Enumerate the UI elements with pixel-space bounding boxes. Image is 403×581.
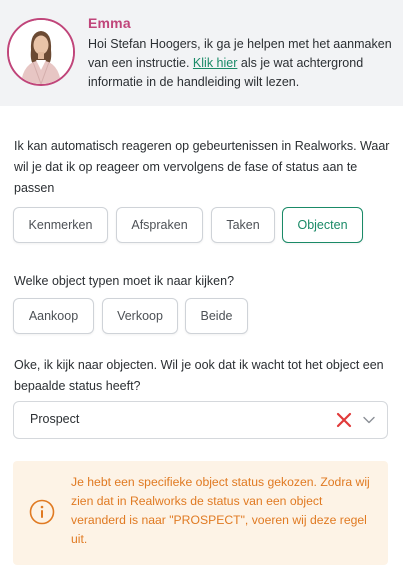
assistant-panel: Emma Hoi Stefan Hoogers, ik ga je helpen… xyxy=(0,0,403,106)
assistant-name: Emma xyxy=(88,15,131,31)
question-event-source: Ik kan automatisch reageren op gebeurten… xyxy=(14,139,390,195)
option-kenmerken-button[interactable]: Kenmerken xyxy=(13,207,108,243)
assistant-avatar xyxy=(7,18,75,86)
status-select[interactable]: Prospect xyxy=(13,401,388,439)
status-select-value: Prospect xyxy=(30,412,80,426)
question-object-types: Welke object typen moet ik naar kijken? xyxy=(14,274,235,288)
notice-text: Je hebt een specifieke object status gek… xyxy=(71,475,370,546)
option-aankoop-button[interactable]: Aankoop xyxy=(13,298,94,334)
manual-link[interactable]: Klik hier xyxy=(193,56,237,70)
option-verkoop-button[interactable]: Verkoop xyxy=(102,298,178,334)
option-objecten-button[interactable]: Objecten xyxy=(282,207,363,243)
assistant-message: Hoi Stefan Hoogers, ik ga je helpen met … xyxy=(88,35,393,92)
clear-selection-icon[interactable] xyxy=(335,411,353,429)
option-afspraken-button[interactable]: Afspraken xyxy=(116,207,203,243)
status-notice: Je hebt een specifieke object status gek… xyxy=(13,461,388,565)
question-object-status: Oke, ik kijk naar objecten. Wil je ook d… xyxy=(14,358,384,393)
option-taken-button[interactable]: Taken xyxy=(211,207,275,243)
option-beide-button[interactable]: Beide xyxy=(185,298,248,334)
info-icon xyxy=(29,499,55,525)
chevron-down-icon[interactable] xyxy=(362,413,376,427)
